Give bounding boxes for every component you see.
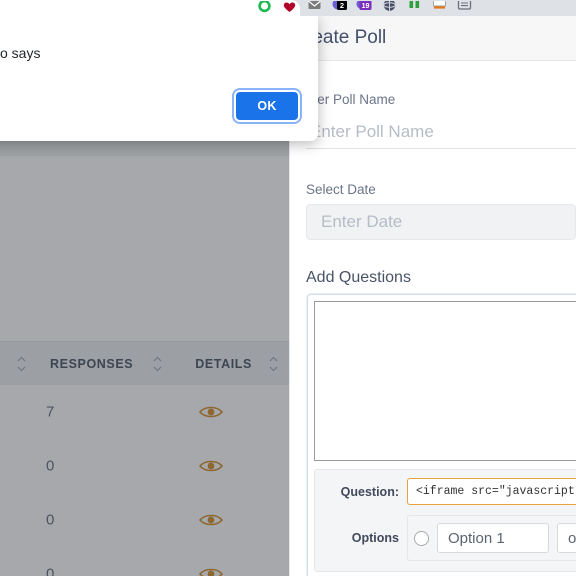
page-viewport: RESPONSES DETAILS 7 0 0 0 reate Poll nte… [0,16,576,576]
mail-extension-icon[interactable] [306,1,323,16]
option-2-input[interactable] [557,523,576,553]
dialog-message: o says [0,45,41,61]
option-1-input[interactable] [437,523,549,553]
badge-19-extension-icon[interactable]: 19 [356,1,373,16]
poll-name-input[interactable] [306,115,576,149]
javascript-alert-dialog: o says OK [0,16,318,141]
browser-toolbar-strip: 2 19 [0,0,576,16]
add-questions-label: Add Questions [306,269,411,286]
options-row: Options [315,515,576,561]
create-poll-header: reate Poll [290,16,576,61]
question-form: Question: Options [314,469,576,572]
page-title: reate Poll [306,27,387,48]
question-card: Question: Options [307,294,576,576]
create-poll-panel: reate Poll nter Poll Name Select Date Ad… [289,16,576,576]
green-bars-extension-icon[interactable] [406,1,423,16]
option-1-radio[interactable] [414,530,429,546]
extension-icon-row: 2 19 [254,0,576,16]
heart-extension-icon[interactable] [281,1,298,16]
question-row: Question: [315,478,576,505]
svg-text:2: 2 [340,1,344,10]
question-field-label: Question: [340,484,399,499]
poll-name-label: nter Poll Name [306,92,396,107]
question-input[interactable] [407,478,576,505]
globe-extension-icon[interactable] [381,1,398,16]
question-preview-box[interactable] [314,301,576,461]
spotify-extension-icon[interactable] [256,1,273,16]
notes-extension-icon[interactable] [456,1,473,16]
ok-button[interactable]: OK [236,92,298,120]
svg-text:19: 19 [362,3,370,10]
options-group [407,515,576,561]
badge-2-extension-icon[interactable]: 2 [331,1,348,16]
select-date-input[interactable] [306,204,576,240]
options-field-label: Options [351,531,399,545]
orange-bar-extension-icon[interactable] [431,1,448,16]
select-date-label: Select Date [306,182,376,197]
